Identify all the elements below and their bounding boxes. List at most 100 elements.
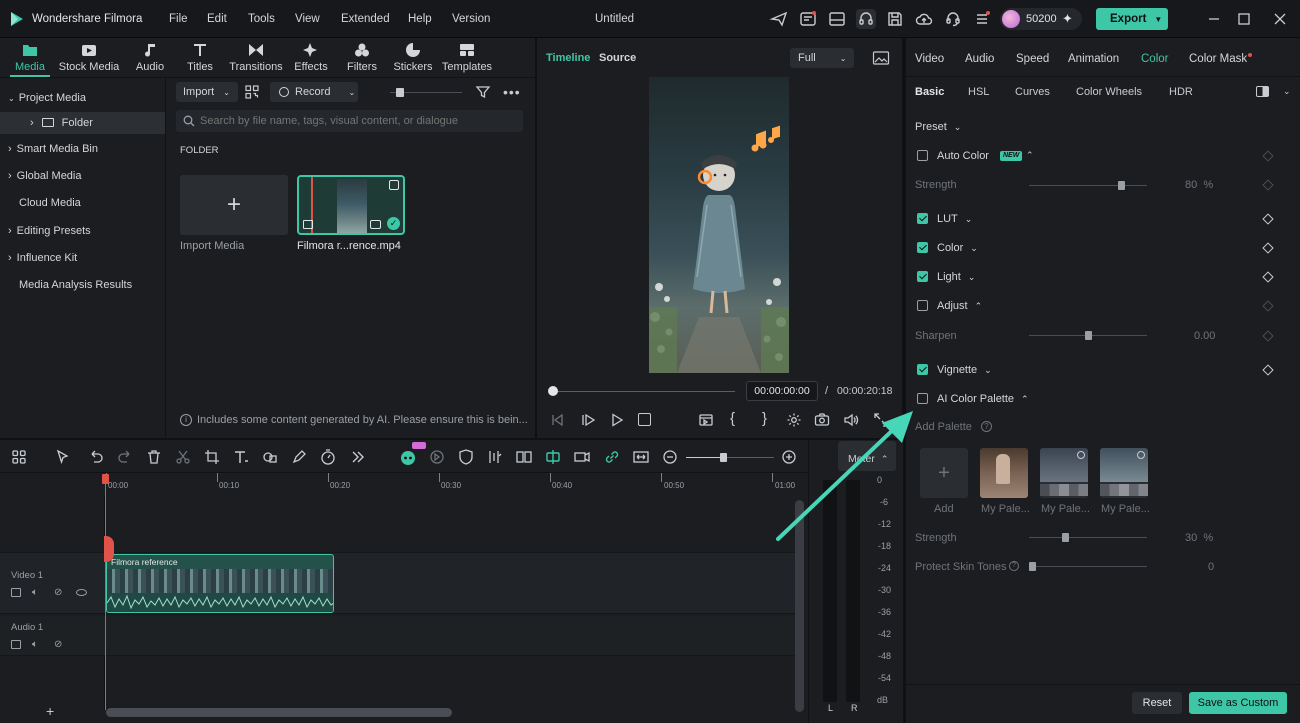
vignette-label[interactable]: Vignette ⌄ bbox=[937, 364, 992, 376]
menu-list-icon[interactable] bbox=[972, 9, 992, 29]
save-as-custom-button[interactable]: Save as Custom bbox=[1189, 692, 1287, 714]
chevron-up-icon[interactable]: ⌃ bbox=[1026, 150, 1034, 161]
menu-help[interactable]: Help bbox=[408, 13, 432, 25]
sidebar-item-cloud-media[interactable]: Cloud Media bbox=[19, 197, 81, 209]
tab-media[interactable]: Media bbox=[10, 42, 50, 73]
sharpen-knob[interactable] bbox=[1084, 331, 1092, 340]
ai-color-palette-checkbox[interactable] bbox=[917, 393, 928, 404]
fit-timeline-icon[interactable] bbox=[632, 448, 650, 466]
strength-knob[interactable] bbox=[1117, 181, 1125, 190]
color-label[interactable]: Color ⌄ bbox=[937, 242, 978, 254]
sidebar-item-global-media[interactable]: › Global Media bbox=[8, 170, 82, 182]
sharpen-slider[interactable] bbox=[1029, 331, 1147, 340]
tab-transitions[interactable]: Transitions bbox=[228, 42, 284, 73]
maximize-icon[interactable] bbox=[1234, 9, 1254, 29]
auto-reframe-icon[interactable] bbox=[428, 448, 446, 466]
sidebar-item-folder[interactable]: › Folder bbox=[30, 117, 93, 129]
layout-icon[interactable] bbox=[827, 9, 847, 29]
menu-version[interactable]: Version bbox=[452, 13, 490, 25]
quality-dropdown[interactable]: Full ⌄ bbox=[790, 48, 854, 68]
palette-strength-slider[interactable] bbox=[1029, 533, 1147, 542]
redo-icon[interactable] bbox=[116, 448, 134, 466]
lock-icon[interactable] bbox=[11, 588, 21, 597]
thumbnail-size-slider[interactable] bbox=[390, 88, 462, 97]
mute-icon[interactable]: ⊘ bbox=[54, 639, 62, 650]
text-tool-icon[interactable] bbox=[232, 448, 250, 466]
add-track-icon[interactable]: + bbox=[46, 703, 54, 719]
light-label[interactable]: Light ⌄ bbox=[937, 271, 975, 283]
tab-animation[interactable]: Animation bbox=[1068, 53, 1119, 65]
menu-tools[interactable]: Tools bbox=[248, 13, 275, 25]
panel-splitter[interactable] bbox=[535, 38, 537, 440]
menu-extended[interactable]: Extended bbox=[341, 13, 390, 25]
lut-checkbox[interactable] bbox=[917, 213, 928, 224]
tab-speed[interactable]: Speed bbox=[1016, 53, 1049, 65]
tab-timeline[interactable]: Timeline bbox=[546, 52, 590, 64]
preview-progress-knob[interactable] bbox=[548, 386, 558, 396]
headset-active-icon[interactable] bbox=[856, 9, 876, 29]
search-input[interactable] bbox=[200, 112, 520, 130]
media-clip-tile[interactable]: ✓ bbox=[297, 175, 405, 235]
ai-robot-icon[interactable] bbox=[399, 448, 417, 466]
mark-in-icon[interactable]: { bbox=[730, 410, 735, 427]
adjust-checkbox[interactable] bbox=[917, 300, 928, 311]
protect-skin-knob[interactable] bbox=[1029, 562, 1036, 571]
palette-thumbnail[interactable] bbox=[980, 448, 1028, 498]
playhead-handle[interactable] bbox=[102, 474, 109, 484]
chevron-down-icon[interactable]: ⌄ bbox=[1283, 86, 1291, 97]
lut-label[interactable]: LUT ⌄ bbox=[937, 213, 972, 225]
zoom-out-icon[interactable] bbox=[661, 448, 679, 466]
palette-thumbnail[interactable] bbox=[1100, 448, 1148, 498]
filter-funnel-icon[interactable] bbox=[475, 84, 491, 100]
menu-view[interactable]: View bbox=[295, 13, 320, 25]
subtab-hdr[interactable]: HDR bbox=[1169, 86, 1193, 98]
avatar[interactable] bbox=[1002, 10, 1020, 28]
send-feedback-icon[interactable] bbox=[769, 9, 789, 29]
tab-audio[interactable]: Audio bbox=[130, 42, 170, 73]
panel-splitter[interactable] bbox=[0, 438, 903, 440]
sidebar-item-project-media[interactable]: ⌄ Project Media bbox=[8, 92, 86, 104]
tab-stickers[interactable]: Stickers bbox=[391, 42, 435, 73]
import-dropdown[interactable]: Import ⌄ bbox=[176, 82, 238, 102]
shield-icon[interactable] bbox=[457, 448, 475, 466]
sidebar-item-smart-media-bin[interactable]: › Smart Media Bin bbox=[8, 143, 98, 155]
undo-icon[interactable] bbox=[87, 448, 105, 466]
tab-source[interactable]: Source bbox=[599, 52, 636, 64]
notification-icon[interactable] bbox=[798, 9, 818, 29]
play-icon[interactable] bbox=[609, 412, 625, 428]
mark-out-icon[interactable]: } bbox=[762, 410, 767, 427]
lock-icon[interactable] bbox=[11, 640, 21, 649]
auto-color-checkbox[interactable] bbox=[917, 150, 928, 161]
sidebar-item-media-analysis[interactable]: Media Analysis Results bbox=[19, 279, 132, 291]
scissors-icon[interactable] bbox=[174, 448, 192, 466]
prev-frame-icon[interactable] bbox=[549, 412, 565, 428]
tab-effects[interactable]: Effects bbox=[291, 42, 331, 73]
subtab-color-wheels[interactable]: Color Wheels bbox=[1076, 86, 1142, 98]
sidebar-item-editing-presets[interactable]: › Editing Presets bbox=[8, 225, 91, 237]
tab-video[interactable]: Video bbox=[915, 53, 944, 65]
support-icon[interactable] bbox=[943, 9, 963, 29]
palette-thumbnail[interactable] bbox=[1040, 448, 1088, 498]
more-tools-icon[interactable] bbox=[349, 448, 367, 466]
tab-filters[interactable]: Filters bbox=[342, 42, 382, 73]
menu-edit[interactable]: Edit bbox=[207, 13, 227, 25]
import-media-tile[interactable]: + bbox=[180, 175, 288, 235]
snap-magnet-icon[interactable] bbox=[544, 448, 562, 466]
video-preview[interactable] bbox=[649, 77, 789, 373]
cloud-upload-icon[interactable] bbox=[914, 9, 934, 29]
audio-ducking-icon[interactable] bbox=[486, 448, 504, 466]
timeline-video-clip[interactable]: Filmora reference bbox=[106, 554, 334, 613]
image-compare-icon[interactable] bbox=[872, 50, 890, 66]
tab-color-mask[interactable]: Color Mask bbox=[1189, 53, 1247, 65]
mute-icon[interactable]: ⊘ bbox=[54, 587, 62, 598]
help-icon[interactable]: ? bbox=[1009, 561, 1019, 571]
subtab-basic[interactable]: Basic bbox=[915, 86, 944, 98]
subtab-hsl[interactable]: HSL bbox=[968, 86, 989, 98]
speaker-icon[interactable]: 🔈︎ bbox=[32, 587, 38, 598]
more-options-icon[interactable]: ••• bbox=[503, 84, 521, 100]
tab-titles[interactable]: Titles bbox=[180, 42, 220, 73]
minimize-icon[interactable] bbox=[1204, 9, 1224, 29]
zoom-slider[interactable] bbox=[686, 453, 774, 462]
panel-splitter[interactable] bbox=[903, 38, 906, 723]
palette-strength-knob[interactable] bbox=[1062, 533, 1070, 542]
